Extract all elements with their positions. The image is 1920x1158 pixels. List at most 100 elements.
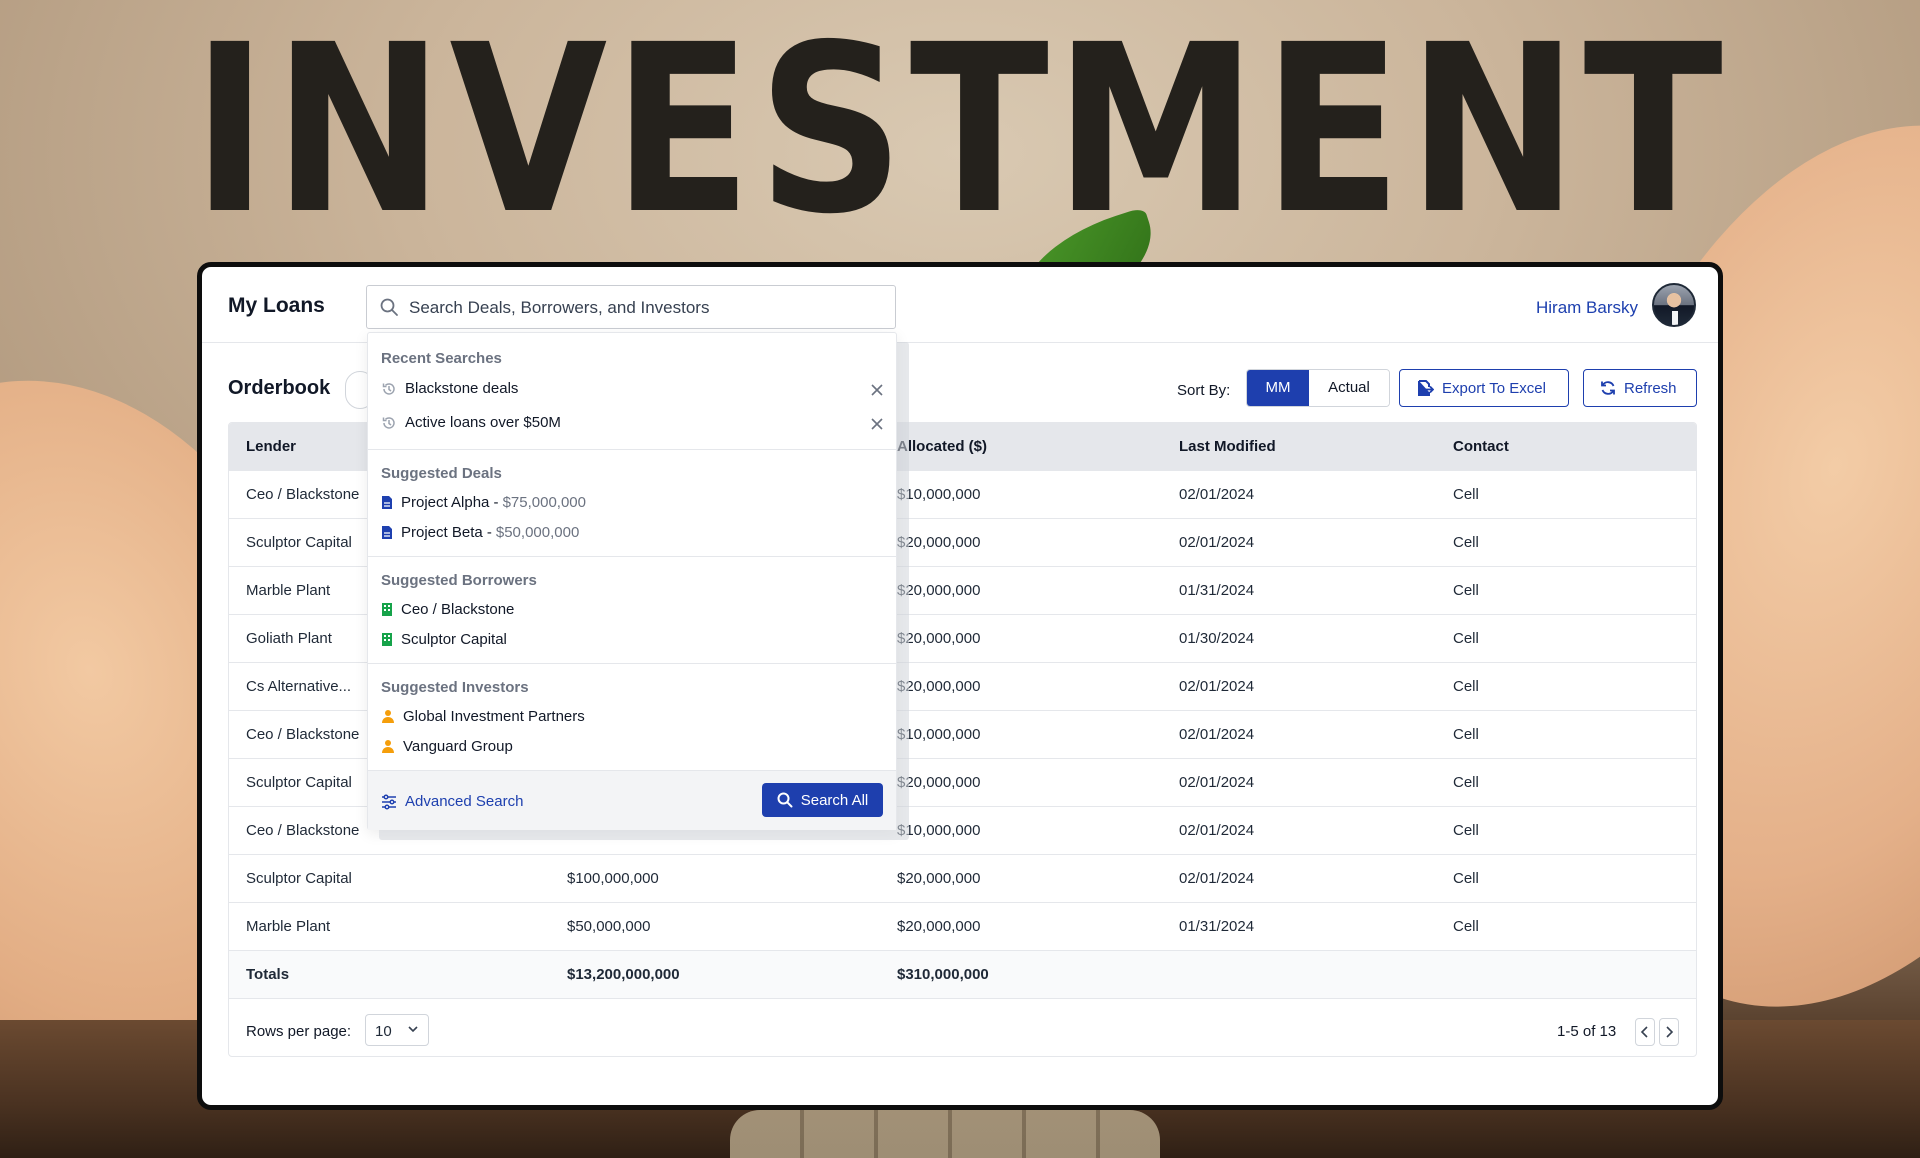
cell-lender: Ceo / Blackstone — [246, 486, 360, 503]
sort-option-mm[interactable]: MM — [1247, 370, 1309, 406]
coins-image — [730, 1110, 1160, 1158]
divider — [368, 449, 896, 450]
cell-contact: Cell — [1453, 918, 1479, 935]
cell-contact: Cell — [1453, 870, 1479, 887]
cell-allocated: $10,000,000 — [897, 726, 981, 743]
recent-search-item[interactable]: Active loans over $50M — [381, 414, 561, 431]
cell-lender: Marble Plant — [246, 582, 331, 599]
totals-amount: $13,200,000,000 — [567, 966, 680, 983]
building-icon — [382, 603, 392, 616]
cell-last-modified: 02/01/2024 — [1179, 726, 1255, 743]
background-headline: INVESTMENT — [191, 0, 1729, 265]
cell-contact: Cell — [1453, 486, 1479, 503]
sort-toggle: MM Actual — [1246, 369, 1390, 407]
cell-contact: Cell — [1453, 534, 1479, 551]
table-row[interactable]: Marble Plant $50,000,000 $20,000,000 01/… — [229, 903, 1696, 951]
cell-allocated: $20,000,000 — [897, 582, 981, 599]
user-name-link[interactable]: Hiram Barsky — [1536, 298, 1638, 318]
cell-last-modified: 02/01/2024 — [1179, 822, 1255, 839]
cell-last-modified: 02/01/2024 — [1179, 774, 1255, 791]
cell-allocated: $20,000,000 — [897, 630, 981, 647]
totals-label: Totals — [246, 966, 290, 983]
suggested-borrower-item[interactable]: Sculptor Capital — [381, 631, 507, 648]
deal-amount: $50,000,000 — [495, 524, 580, 541]
recent-search-label: Blackstone deals — [405, 380, 519, 397]
avatar-detail — [1672, 311, 1678, 325]
cell-amount: $100,000,000 — [567, 870, 659, 887]
cell-last-modified: 02/01/2024 — [1179, 534, 1255, 551]
building-icon — [382, 633, 392, 646]
next-page-button[interactable] — [1659, 1018, 1679, 1046]
search-dropdown: Recent Searches Blackstone deals Active … — [367, 332, 897, 830]
export-to-excel-button[interactable]: Export To Excel — [1399, 369, 1569, 407]
rows-per-page-value: 10 — [375, 1023, 392, 1040]
document-icon — [382, 496, 392, 509]
search-all-button[interactable]: Search All — [762, 783, 883, 817]
cell-lender: Ceo / Blackstone — [246, 726, 360, 743]
column-header-contact[interactable]: Contact — [1453, 423, 1509, 471]
search-input[interactable]: Search Deals, Borrowers, and Investors — [366, 285, 896, 329]
cell-amount: $50,000,000 — [567, 918, 651, 935]
column-header-lender[interactable]: Lender — [246, 423, 296, 471]
app-window: My Loans Search Deals, Borrowers, and In… — [197, 262, 1723, 1110]
borrower-name: Sculptor Capital — [401, 631, 507, 648]
recent-search-item[interactable]: Blackstone deals — [381, 380, 518, 397]
cell-lender: Ceo / Blackstone — [246, 822, 360, 839]
table-row[interactable]: Sculptor Capital $100,000,000 $20,000,00… — [229, 855, 1696, 903]
avatar[interactable] — [1652, 283, 1696, 327]
cell-allocated: $10,000,000 — [897, 486, 981, 503]
refresh-button[interactable]: Refresh — [1583, 369, 1697, 407]
app-title: My Loans — [228, 294, 325, 317]
cell-last-modified: 02/01/2024 — [1179, 678, 1255, 695]
cell-lender: Sculptor Capital — [246, 774, 352, 791]
rows-per-page-label: Rows per page: — [246, 1023, 352, 1040]
deal-name: Project Alpha - — [401, 494, 499, 511]
close-icon[interactable] — [870, 417, 884, 431]
cell-lender: Marble Plant — [246, 918, 331, 935]
search-placeholder: Search Deals, Borrowers, and Investors — [409, 298, 710, 317]
recent-search-label: Active loans over $50M — [405, 414, 561, 431]
history-icon — [382, 416, 395, 429]
column-header-allocated[interactable]: Allocated ($) — [897, 423, 987, 471]
cell-contact: Cell — [1453, 726, 1479, 743]
suggested-borrower-item[interactable]: Ceo / Blackstone — [381, 601, 514, 618]
investor-name: Vanguard Group — [403, 738, 513, 755]
cell-lender: Goliath Plant — [246, 630, 332, 647]
suggested-borrowers-heading: Suggested Borrowers — [381, 572, 537, 589]
cell-last-modified: 02/01/2024 — [1179, 486, 1255, 503]
cell-contact: Cell — [1453, 774, 1479, 791]
export-label: Export To Excel — [1442, 379, 1546, 397]
cell-lender: Cs Alternative... — [246, 678, 352, 695]
refresh-label: Refresh — [1624, 379, 1677, 397]
rows-per-page-select[interactable]: 10 — [365, 1014, 429, 1046]
search-icon — [380, 298, 398, 316]
suggested-investor-item[interactable]: Global Investment Partners — [381, 708, 585, 725]
sort-label: Sort By: — [1177, 382, 1231, 399]
cell-allocated: $20,000,000 — [897, 678, 981, 695]
cell-contact: Cell — [1453, 822, 1479, 839]
sliders-icon — [382, 793, 396, 810]
deal-name: Project Beta - — [401, 524, 492, 541]
document-icon — [382, 526, 392, 539]
person-icon — [382, 710, 394, 723]
suggested-investor-item[interactable]: Vanguard Group — [381, 738, 513, 755]
suggested-deal-item[interactable]: Project Beta - $50,000,000 — [381, 524, 579, 541]
advanced-search-label: Advanced Search — [405, 793, 524, 810]
suggested-investors-heading: Suggested Investors — [381, 679, 529, 696]
previous-page-button[interactable] — [1635, 1018, 1655, 1046]
cell-allocated: $20,000,000 — [897, 774, 981, 791]
cell-lender: Sculptor Capital — [246, 870, 352, 887]
close-icon[interactable] — [870, 383, 884, 397]
cell-allocated: $20,000,000 — [897, 870, 981, 887]
section-title: Orderbook — [228, 377, 331, 399]
divider — [368, 556, 896, 557]
cell-last-modified: 01/31/2024 — [1179, 582, 1255, 599]
cell-contact: Cell — [1453, 678, 1479, 695]
refresh-icon — [1601, 381, 1615, 395]
sort-option-actual[interactable]: Actual — [1309, 370, 1389, 406]
suggested-deal-item[interactable]: Project Alpha - $75,000,000 — [381, 494, 586, 511]
advanced-search-link[interactable]: Advanced Search — [381, 793, 523, 810]
cell-allocated: $10,000,000 — [897, 822, 981, 839]
column-header-last-modified[interactable]: Last Modified — [1179, 423, 1276, 471]
suggested-deals-heading: Suggested Deals — [381, 465, 502, 482]
